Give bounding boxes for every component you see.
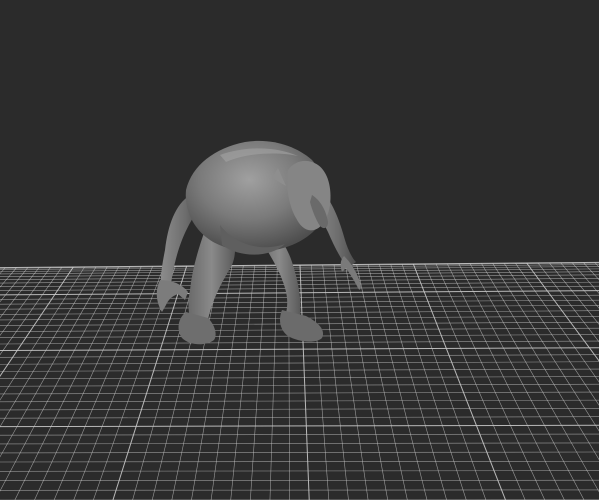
viewport-canvas[interactable]	[0, 0, 599, 500]
3d-viewport[interactable]	[0, 0, 599, 500]
